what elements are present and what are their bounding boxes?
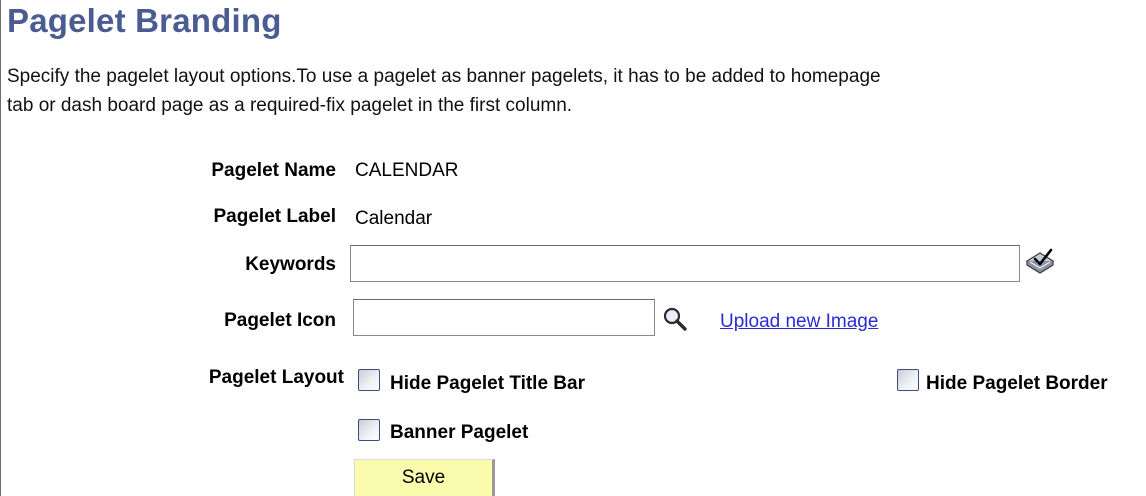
upload-new-image-link[interactable]: Upload new Image bbox=[720, 311, 878, 333]
left-frame-border bbox=[0, 0, 1, 496]
spellcheck-icon[interactable] bbox=[1024, 247, 1058, 282]
page-title: Pagelet Branding bbox=[7, 2, 282, 39]
instructions-text: Specify the pagelet layout options.To us… bbox=[7, 62, 1146, 120]
banner-pagelet-checkbox[interactable] bbox=[358, 419, 380, 441]
hide-border-checkbox[interactable] bbox=[897, 369, 919, 391]
pagelet-label-value: Calendar bbox=[355, 208, 433, 229]
instructions-line-2: tab or dash board page as a required-fix… bbox=[7, 95, 573, 116]
save-button[interactable]: Save bbox=[354, 459, 495, 496]
hide-title-bar-checkbox[interactable] bbox=[358, 369, 380, 391]
pagelet-layout-label: Pagelet Layout bbox=[208, 367, 344, 388]
hide-title-bar-label: Hide Pagelet Title Bar bbox=[390, 373, 585, 394]
keywords-input[interactable] bbox=[350, 245, 1020, 282]
banner-pagelet-label: Banner Pagelet bbox=[390, 422, 529, 443]
pagelet-icon-label: Pagelet Icon bbox=[224, 310, 336, 331]
pagelet-name-value: CALENDAR bbox=[355, 160, 459, 181]
pagelet-label-label: Pagelet Label bbox=[213, 206, 337, 227]
keywords-label: Keywords bbox=[245, 254, 336, 275]
hide-border-label: Hide Pagelet Border bbox=[926, 373, 1108, 394]
pagelet-icon-input[interactable] bbox=[353, 299, 655, 336]
magnifier-icon[interactable] bbox=[662, 306, 688, 337]
pagelet-name-label: Pagelet Name bbox=[211, 160, 336, 181]
instructions-line-1: Specify the pagelet layout options.To us… bbox=[7, 66, 881, 87]
